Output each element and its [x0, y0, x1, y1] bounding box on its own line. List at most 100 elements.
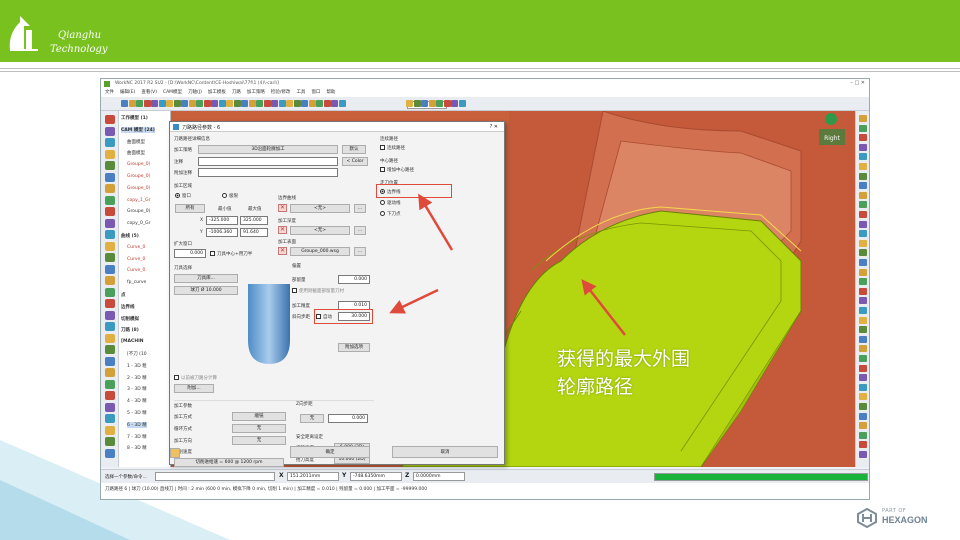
menu-item[interactable]: 编辑(E) — [120, 90, 135, 95]
view-tool-icon[interactable] — [859, 441, 867, 449]
depth-select[interactable]: <无> — [290, 226, 350, 235]
toolbar-icon[interactable] — [203, 100, 211, 107]
side-tool-icon[interactable] — [105, 126, 115, 136]
toolbar-icon[interactable] — [188, 100, 196, 107]
view-tool-icon[interactable] — [859, 278, 867, 286]
side-tool-icon[interactable] — [105, 310, 115, 320]
toolbar-icon[interactable] — [143, 100, 151, 107]
view-tool-icon[interactable] — [859, 163, 867, 170]
side-tool-icon[interactable] — [105, 149, 115, 159]
tree-item[interactable]: 边界线 — [121, 304, 135, 310]
toolbar-icon[interactable] — [331, 100, 338, 107]
side-tool-icon[interactable] — [105, 287, 115, 297]
view-tool-icon[interactable] — [859, 182, 867, 190]
menu-item[interactable]: 帮助 — [326, 90, 335, 95]
toolbar-icon[interactable] — [286, 100, 293, 107]
settings-icon[interactable] — [170, 448, 180, 458]
toolbar-icon[interactable] — [196, 100, 203, 107]
toolbar-icon[interactable] — [263, 100, 271, 107]
side-tool-icon[interactable] — [105, 207, 115, 216]
position-plunge-radio[interactable] — [380, 211, 385, 216]
tree-item[interactable]: Groupe_0( — [127, 186, 150, 191]
boundary-more-button[interactable]: ... — [354, 204, 366, 213]
menu-item[interactable]: 查看(V) — [141, 90, 157, 95]
clear-depth-icon[interactable]: ✕ — [278, 226, 287, 234]
side-tool-icon[interactable] — [105, 195, 115, 205]
side-tool-icon[interactable] — [105, 264, 115, 274]
view-cube-icon[interactable]: Right — [809, 111, 857, 153]
view-tool-icon[interactable] — [859, 326, 867, 334]
menu-item[interactable]: 加工策略 — [247, 90, 265, 95]
tree-item[interactable]: 1 - 3D 粗 — [127, 363, 147, 369]
view-tool-icon[interactable] — [859, 393, 867, 401]
position-drive-radio[interactable] — [380, 200, 385, 205]
toolbar-icon[interactable] — [158, 100, 166, 107]
view-tool-icon[interactable] — [859, 259, 867, 266]
menu-item[interactable]: 工具 — [296, 90, 305, 95]
view-tool-icon[interactable] — [859, 403, 867, 410]
side-tool-icon[interactable] — [105, 437, 115, 446]
view-tool-icon[interactable] — [859, 374, 867, 382]
tree-item[interactable]: 6 - 3D 精 — [127, 421, 147, 428]
menu-item[interactable]: 检验/修改 — [271, 90, 291, 95]
tree-item[interactable]: Curve_0 — [127, 245, 145, 250]
tree-item[interactable]: CAM 模型 (24) — [121, 126, 155, 133]
toolbar-icon[interactable] — [248, 100, 256, 107]
side-tool-icon[interactable] — [105, 276, 115, 285]
view-tool-icon[interactable] — [859, 191, 867, 199]
tree-item[interactable]: 8 - 3D 精 — [127, 445, 147, 451]
view-tool-icon[interactable] — [859, 307, 867, 314]
tool-library-button[interactable]: 刀具库... — [174, 274, 238, 283]
view-tool-icon[interactable] — [859, 345, 867, 353]
view-tool-icon[interactable] — [859, 134, 867, 142]
side-tool-icon[interactable] — [105, 172, 115, 182]
toolbar-icon[interactable] — [128, 100, 136, 107]
view-tool-icon[interactable] — [859, 383, 867, 391]
advanced-options-button[interactable]: 附加选项 — [338, 343, 370, 352]
tree-item[interactable]: 曲面模型 — [127, 150, 145, 156]
side-tool-icon[interactable] — [105, 425, 115, 435]
z-step-button[interactable]: 无 — [300, 414, 324, 423]
tree-item[interactable]: 7 - 3D 精 — [127, 434, 147, 440]
menu-item[interactable]: 加工模板 — [208, 90, 226, 95]
toolbar-icon[interactable] — [173, 100, 181, 107]
side-tool-icon[interactable] — [105, 322, 115, 331]
toolbar-icon[interactable] — [443, 100, 451, 107]
surface-select[interactable]: Groupe_000.wsg — [290, 247, 350, 256]
side-tool-icon[interactable] — [105, 299, 115, 308]
view-tool-icon[interactable] — [859, 451, 867, 458]
view-tool-icon[interactable] — [859, 230, 867, 238]
tree-item[interactable]: [MACHIN — [121, 339, 144, 344]
toolbar-icon[interactable] — [136, 100, 143, 107]
center-path-check[interactable] — [380, 167, 385, 172]
toolbar-icon[interactable] — [428, 100, 436, 107]
view-tool-icon[interactable] — [859, 211, 867, 218]
toolbar-icon[interactable] — [218, 100, 226, 107]
toolbar-icon[interactable] — [271, 100, 278, 107]
tree-item[interactable]: fp_curve — [127, 280, 146, 285]
use-prev-path-check[interactable] — [174, 375, 179, 380]
view-tool-icon[interactable] — [859, 355, 867, 362]
mode-button[interactable]: 顺铣 — [232, 412, 286, 421]
tree-item[interactable]: [不刀 (10 — [127, 351, 147, 357]
view-tool-icon[interactable] — [859, 268, 867, 276]
toolbar-icon[interactable] — [256, 100, 263, 107]
expand-check[interactable] — [210, 251, 215, 256]
side-tool-icon[interactable] — [105, 218, 115, 228]
tree-item[interactable]: copy_0_Gr — [127, 221, 150, 226]
allowance-field[interactable]: 0.000 — [338, 275, 370, 284]
attach-button[interactable]: 附加... — [174, 384, 214, 393]
toolbar-icon[interactable] — [316, 100, 323, 107]
tree-item[interactable]: Groupe_0( — [127, 162, 150, 167]
toolbar-icon[interactable] — [413, 100, 421, 107]
tree-item[interactable]: 曲面模型 — [127, 139, 145, 145]
dialog-controls[interactable]: ? ✕ — [490, 124, 498, 130]
menu-item[interactable]: 刀路 — [232, 90, 241, 95]
side-tool-icon[interactable] — [105, 414, 115, 423]
toolbar-icon[interactable] — [338, 100, 346, 107]
view-tool-icon[interactable] — [859, 431, 867, 439]
tree-item[interactable]: copy_1_Gr — [127, 198, 150, 203]
view-tool-icon[interactable] — [859, 422, 867, 430]
project-tree[interactable]: 工作模型 (1) CAM 模型 (24) 曲面模型 曲面模型 Groupe_0(Grou… — [119, 111, 171, 467]
expand-field[interactable]: 0.000 — [174, 249, 206, 258]
